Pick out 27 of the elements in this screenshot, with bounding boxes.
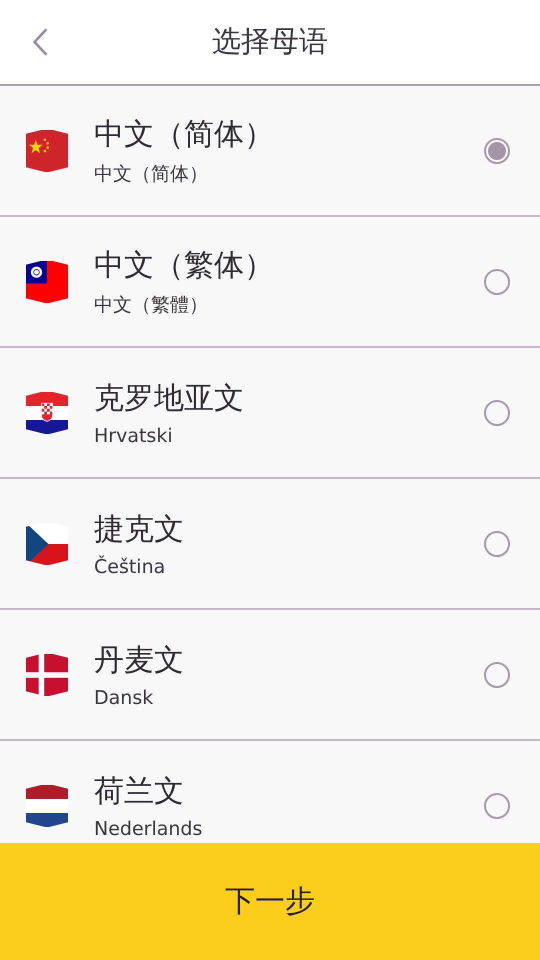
flag-icon (26, 260, 68, 304)
radio-button[interactable] (484, 400, 510, 426)
native-name: Dansk (94, 687, 154, 709)
flag-icon (26, 652, 68, 696)
back-icon[interactable] (32, 27, 49, 57)
radio-button[interactable] (484, 268, 510, 294)
next-button[interactable]: 下一步 (0, 843, 540, 960)
language-name: 中文（繁体） (94, 247, 274, 285)
language-name: 荷兰文 (94, 773, 184, 811)
radio-button[interactable] (484, 530, 510, 556)
language-name: 丹麦文 (94, 642, 184, 680)
flag-icon (26, 784, 68, 828)
language-name: 捷克文 (94, 511, 184, 549)
native-name: 中文（简体） (94, 162, 208, 187)
flag-icon (26, 128, 68, 172)
native-name: Nederlands (94, 818, 202, 840)
radio-button[interactable] (484, 662, 510, 688)
language-name: 中文（简体） (94, 116, 274, 154)
flag-icon (26, 390, 68, 434)
radio-button[interactable] (484, 138, 510, 164)
flag-icon (26, 522, 68, 566)
native-name: Hrvatski (94, 425, 173, 447)
radio-button[interactable] (484, 792, 510, 818)
language-name: 克罗地亚文 (94, 380, 244, 418)
native-name: Čeština (94, 556, 166, 578)
screen-title: 选择母语 (212, 23, 328, 60)
native-name: 中文（繁體） (94, 293, 208, 318)
